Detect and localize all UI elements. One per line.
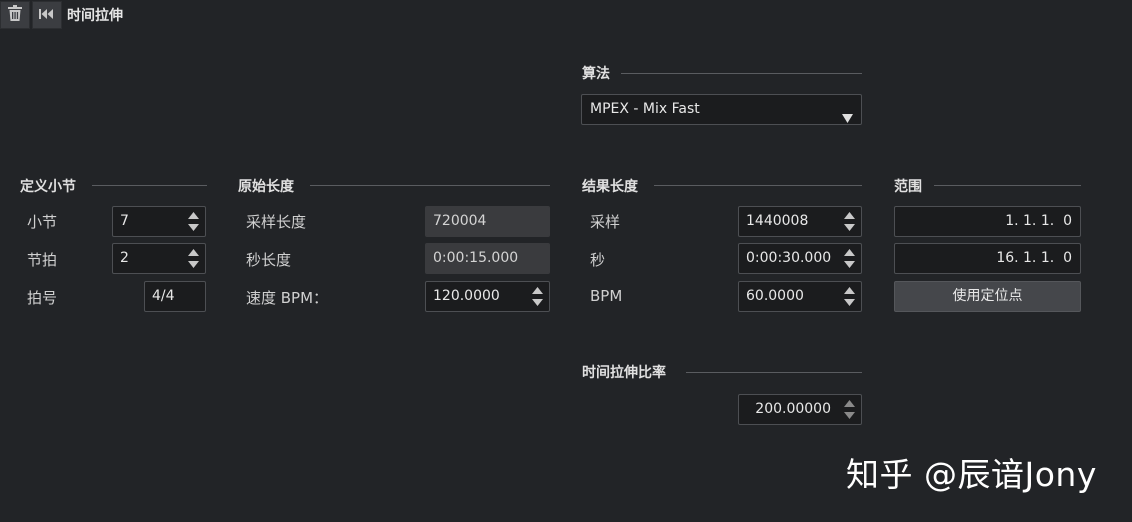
skip-to-start-icon bbox=[39, 7, 55, 23]
ratio-group-title: 时间拉伸比率 bbox=[582, 365, 666, 381]
original-length-group-title: 原始长度 bbox=[238, 179, 294, 195]
rewind-button[interactable] bbox=[32, 1, 62, 29]
signature-field[interactable]: 4/4 bbox=[144, 281, 206, 312]
original-seconds-field: 0:00:15.000 bbox=[425, 243, 550, 274]
result-bpm-label: BPM bbox=[590, 287, 623, 305]
ratio-value: 200.00000 bbox=[755, 401, 831, 417]
original-bpm-label: 速度 BPM： bbox=[246, 289, 329, 307]
result-samples-value: 1440008 bbox=[746, 213, 809, 229]
range-start-value: 1. 1. 1. 0 bbox=[1005, 213, 1072, 229]
original-samples-label: 采样长度 bbox=[246, 213, 307, 231]
bar-value: 7 bbox=[120, 213, 129, 229]
result-length-divider bbox=[654, 185, 862, 186]
algorithm-divider bbox=[621, 73, 862, 74]
window-title: 时间拉伸 bbox=[67, 8, 123, 24]
result-seconds-value: 0:00:30.000 bbox=[746, 250, 832, 266]
trash-icon bbox=[8, 5, 22, 25]
spinner-arrows-icon[interactable] bbox=[844, 212, 855, 231]
original-samples-field: 720004 bbox=[425, 206, 550, 237]
spinner-arrows-icon[interactable] bbox=[188, 212, 199, 231]
chevron-down-icon bbox=[842, 105, 853, 134]
define-bar-group-title: 定义小节 bbox=[20, 179, 76, 195]
ratio-divider bbox=[686, 372, 862, 373]
result-samples-label: 采样 bbox=[590, 213, 621, 231]
result-seconds-spinbox[interactable]: 0:00:30.000 bbox=[738, 243, 862, 274]
beat-spinbox[interactable]: 2 bbox=[112, 243, 206, 274]
range-end-field[interactable]: 16. 1. 1. 0 bbox=[894, 243, 1081, 274]
spinner-arrows-icon[interactable] bbox=[844, 400, 855, 419]
result-bpm-value: 60.0000 bbox=[746, 288, 804, 304]
original-seconds-value: 0:00:15.000 bbox=[433, 250, 519, 266]
bar-spinbox[interactable]: 7 bbox=[112, 206, 206, 237]
original-samples-value: 720004 bbox=[433, 213, 487, 229]
range-start-field[interactable]: 1. 1. 1. 0 bbox=[894, 206, 1081, 237]
range-group-title: 范围 bbox=[894, 179, 922, 195]
result-seconds-label: 秒 bbox=[590, 251, 606, 269]
spinner-arrows-icon[interactable] bbox=[188, 249, 199, 268]
original-bpm-value: 120.0000 bbox=[433, 288, 500, 304]
range-divider bbox=[934, 185, 1081, 186]
result-samples-spinbox[interactable]: 1440008 bbox=[738, 206, 862, 237]
watermark-text: 知乎 @辰谙Jony bbox=[846, 455, 1097, 494]
define-bar-divider bbox=[92, 185, 207, 186]
signature-value: 4/4 bbox=[152, 288, 175, 304]
algorithm-group-title: 算法 bbox=[582, 66, 610, 82]
beat-label: 节拍 bbox=[27, 251, 58, 269]
original-seconds-label: 秒长度 bbox=[246, 251, 292, 269]
spinner-arrows-icon[interactable] bbox=[844, 249, 855, 268]
bar-label: 小节 bbox=[27, 213, 58, 231]
signature-label: 拍号 bbox=[27, 289, 58, 307]
result-bpm-spinbox[interactable]: 60.0000 bbox=[738, 281, 862, 312]
original-length-divider bbox=[310, 185, 550, 186]
range-end-value: 16. 1. 1. 0 bbox=[996, 250, 1072, 266]
result-length-group-title: 结果长度 bbox=[582, 179, 638, 195]
original-bpm-spinbox[interactable]: 120.0000 bbox=[425, 281, 550, 312]
use-locators-button[interactable]: 使用定位点 bbox=[894, 281, 1081, 312]
delete-button[interactable] bbox=[0, 1, 30, 29]
ratio-spinbox[interactable]: 200.00000 bbox=[738, 394, 862, 425]
algorithm-selected-value: MPEX - Mix Fast bbox=[590, 101, 700, 117]
spinner-arrows-icon[interactable] bbox=[844, 287, 855, 306]
spinner-arrows-icon[interactable] bbox=[532, 287, 543, 306]
beat-value: 2 bbox=[120, 250, 129, 266]
algorithm-select[interactable]: MPEX - Mix Fast bbox=[581, 94, 862, 125]
